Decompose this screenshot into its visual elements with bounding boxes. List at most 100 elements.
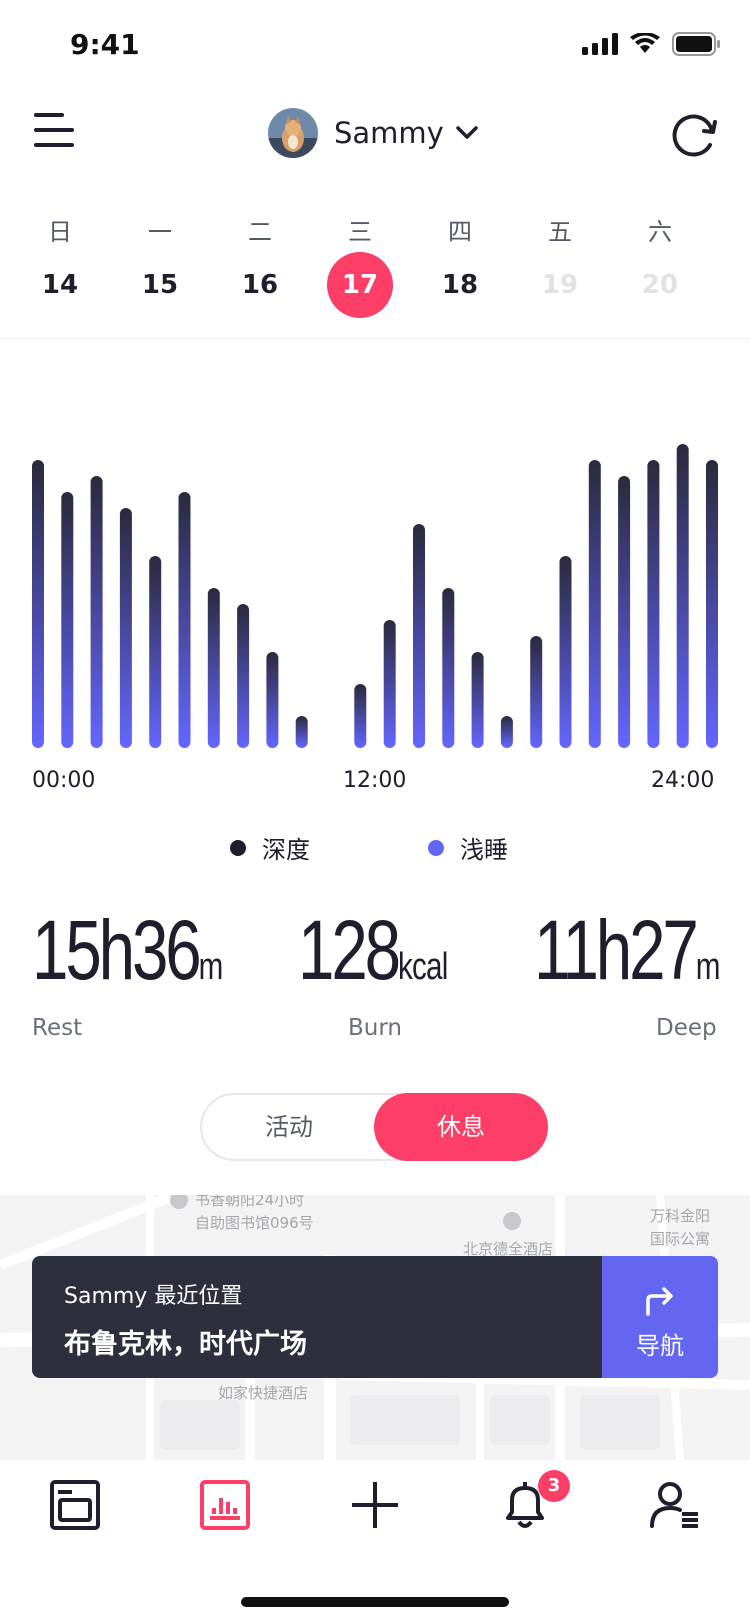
mode-toggle: 活动 休息 — [200, 1093, 548, 1161]
header: Sammy — [0, 95, 750, 175]
day-number: 16 — [241, 270, 279, 300]
day-3[interactable]: 三 17 — [325, 200, 395, 330]
map-label: 如家快捷酒店 — [218, 1384, 309, 1402]
chart-bar — [471, 652, 484, 748]
home-indicator[interactable] — [241, 1597, 509, 1607]
status-icons — [582, 32, 720, 56]
stat-deep-unit: m — [695, 946, 721, 988]
day-number: 18 — [441, 270, 479, 300]
chart-bar — [618, 476, 631, 748]
x-tick-label: 12:00 — [343, 768, 407, 793]
chevron-down-icon — [456, 126, 478, 139]
menu-icon-line — [34, 128, 74, 132]
day-6: 六 20 — [625, 200, 695, 330]
day-name: 日 — [48, 218, 72, 246]
day-name: 二 — [248, 218, 272, 246]
stat-rest-number: 15h36 — [32, 903, 202, 997]
location-text: Sammy 最近位置 布鲁克林，时代广场 — [64, 1278, 307, 1361]
tab-add[interactable] — [350, 1480, 410, 1540]
stat-deep-value: 11h27m — [534, 905, 720, 1012]
chart-bar — [530, 636, 543, 748]
stat-deep-label: Deep — [656, 1015, 717, 1041]
day-5: 五 19 — [525, 200, 595, 330]
stat-deep: 11h27m Deep — [534, 905, 750, 1041]
status-bar: 9:41 — [0, 0, 750, 90]
plus-icon — [352, 1482, 398, 1528]
map-label: 万科金阳 — [650, 1207, 711, 1225]
day-number: 20 — [641, 270, 679, 300]
day-0[interactable]: 日 14 — [25, 200, 95, 330]
navigate-button[interactable]: 导航 — [602, 1256, 718, 1378]
location-card[interactable]: Sammy 最近位置 布鲁克林，时代广场 导航 — [32, 1256, 718, 1378]
legend-item-light: 浅睡 — [428, 830, 508, 865]
toggle-activity[interactable]: 活动 — [202, 1093, 376, 1161]
stat-burn-value: 128kcal — [298, 905, 448, 1012]
day-4[interactable]: 四 18 — [425, 200, 495, 330]
cellular-signal-icon — [582, 33, 618, 55]
stat-rest-label: Rest — [32, 1015, 83, 1041]
legend-label-light: 浅睡 — [460, 836, 508, 864]
legend-label-deep: 深度 — [262, 836, 310, 864]
chart-bar — [237, 604, 250, 748]
tab-stats[interactable] — [200, 1480, 260, 1540]
chart-bar — [354, 684, 367, 748]
stat-deep-number: 11h27 — [534, 903, 699, 997]
stat-rest-value: 15h36m — [32, 905, 223, 1012]
day-2[interactable]: 二 16 — [225, 200, 295, 330]
chart-bar — [413, 524, 425, 748]
day-number: 17 — [327, 252, 393, 318]
map-label: 国际公寓 — [650, 1230, 711, 1248]
navigate-label: 导航 — [636, 1332, 684, 1360]
chart-bar — [500, 716, 513, 748]
menu-button[interactable] — [34, 113, 78, 153]
battery-icon — [672, 32, 720, 56]
map-pin-icon — [503, 1212, 521, 1230]
day-name: 六 — [648, 218, 672, 246]
map-label: 自助图书馆096号 — [195, 1214, 314, 1232]
refresh-button[interactable] — [668, 109, 720, 161]
stat-burn-unit: kcal — [397, 946, 448, 988]
x-axis-labels: 00:00 12:00 24:00 — [0, 768, 750, 798]
location-subtitle: Sammy 最近位置 — [64, 1284, 243, 1309]
day-name: 五 — [548, 218, 572, 246]
chart-bar — [207, 588, 220, 748]
sleep-chart — [0, 400, 750, 760]
legend-dot-light — [428, 839, 444, 856]
chart-legend: 深度 浅睡 — [0, 830, 750, 870]
day-number: 14 — [41, 270, 79, 300]
status-time: 9:41 — [70, 28, 140, 61]
stat-burn-number: 128 — [298, 903, 401, 997]
stats-row: 15h36m Rest 128kcal Burn 11h27m Deep — [0, 905, 750, 1055]
x-tick-label: 00:00 — [32, 768, 96, 793]
user-switcher[interactable]: Sammy — [268, 105, 478, 161]
tab-notifications[interactable]: 3 — [500, 1470, 570, 1540]
tab-profile[interactable] — [650, 1480, 710, 1540]
legend-dot-deep — [230, 839, 246, 856]
chart-bar — [442, 588, 455, 748]
chart-bar — [119, 508, 132, 748]
map-label: 书香朝阳24小时 — [195, 1195, 305, 1209]
x-tick-label: 24:00 — [651, 768, 715, 793]
notification-badge: 3 — [538, 1470, 570, 1502]
wifi-icon — [630, 33, 660, 53]
chart-bar — [61, 492, 74, 748]
toggle-rest[interactable]: 休息 — [374, 1093, 548, 1161]
chart-bar — [149, 556, 162, 748]
stat-rest: 15h36m Rest — [32, 905, 276, 1041]
day-1[interactable]: 一 15 — [125, 200, 195, 330]
chart-bar — [178, 492, 191, 748]
day-number: 15 — [141, 270, 179, 300]
chart-bar — [559, 556, 572, 748]
stat-burn-label: Burn — [348, 1015, 402, 1041]
tab-overview[interactable] — [50, 1480, 110, 1540]
chart-bar — [383, 620, 396, 748]
chart-bar — [647, 460, 660, 748]
turn-right-arrow-icon — [646, 1287, 673, 1316]
bar-chart-icon — [200, 1480, 250, 1530]
avatar — [268, 108, 318, 158]
stat-rest-unit: m — [198, 946, 224, 988]
dashboard-icon — [50, 1480, 100, 1530]
menu-icon — [34, 113, 64, 117]
day-name: 四 — [448, 218, 472, 246]
chart-bar — [588, 460, 601, 748]
